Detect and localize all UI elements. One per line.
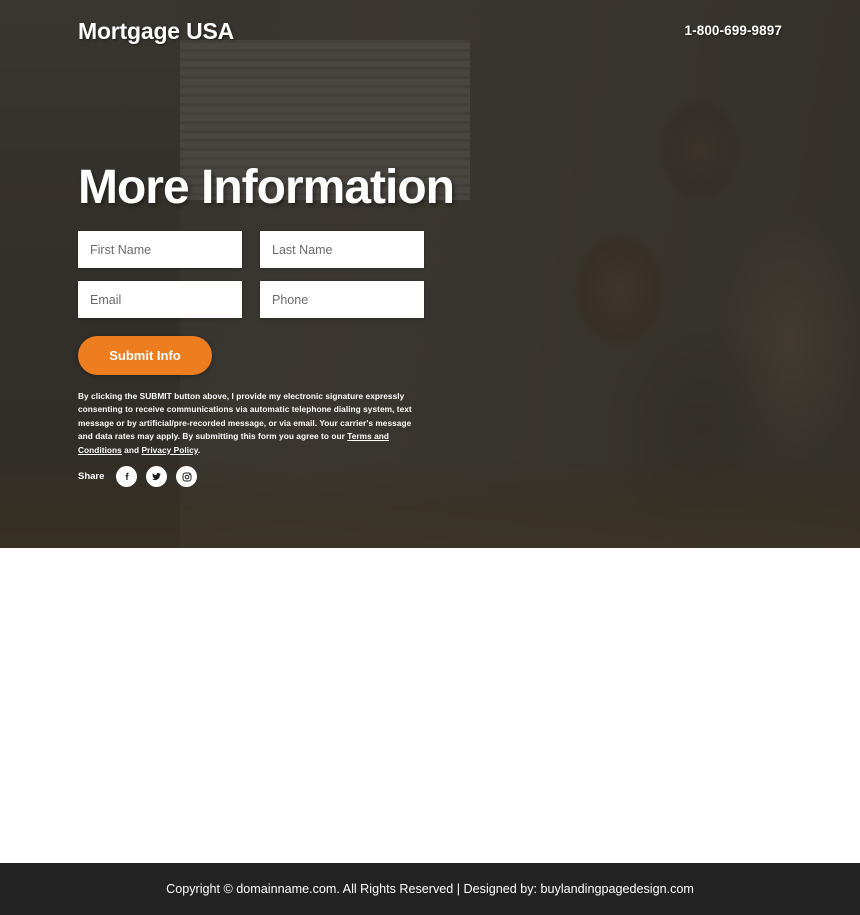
phone-input[interactable] (260, 281, 424, 318)
copyright-text: Copyright © domainname.com. All Rights R… (166, 882, 694, 896)
form-row-name (78, 231, 424, 268)
form-row-contact (78, 281, 424, 318)
landing-page: Mortgage USA 1-800-699-9897 More Informa… (0, 0, 860, 915)
page-title: More Information (78, 161, 455, 214)
disclaimer-text-part2: and (121, 444, 142, 455)
privacy-policy-link[interactable]: Privacy Policy (141, 445, 197, 455)
first-name-input[interactable] (78, 231, 242, 268)
instagram-icon[interactable] (176, 466, 198, 487)
disclaimer-text-part3: . (197, 444, 201, 455)
why-choose-us-section: Why Choose Us? There are many variations… (0, 548, 860, 863)
hero-content: Mortgage USA 1-800-699-9897 More Informa… (0, 0, 860, 548)
lead-form (78, 231, 424, 331)
twitter-icon[interactable] (146, 466, 168, 487)
hero-section: Mortgage USA 1-800-699-9897 More Informa… (0, 0, 860, 548)
legal-disclaimer: By clicking the SUBMIT button above, I p… (78, 390, 426, 457)
social-share-bar: Share (78, 466, 198, 487)
last-name-input[interactable] (260, 231, 424, 268)
email-input[interactable] (78, 281, 242, 318)
header-phone-number[interactable]: 1-800-699-9897 (685, 23, 782, 38)
submit-info-button[interactable]: Submit Info (78, 336, 212, 375)
page-footer: Copyright © domainname.com. All Rights R… (0, 863, 860, 915)
facebook-icon[interactable] (116, 466, 138, 487)
brand-logo: Mortgage USA (78, 18, 235, 44)
share-label: Share (78, 471, 105, 482)
